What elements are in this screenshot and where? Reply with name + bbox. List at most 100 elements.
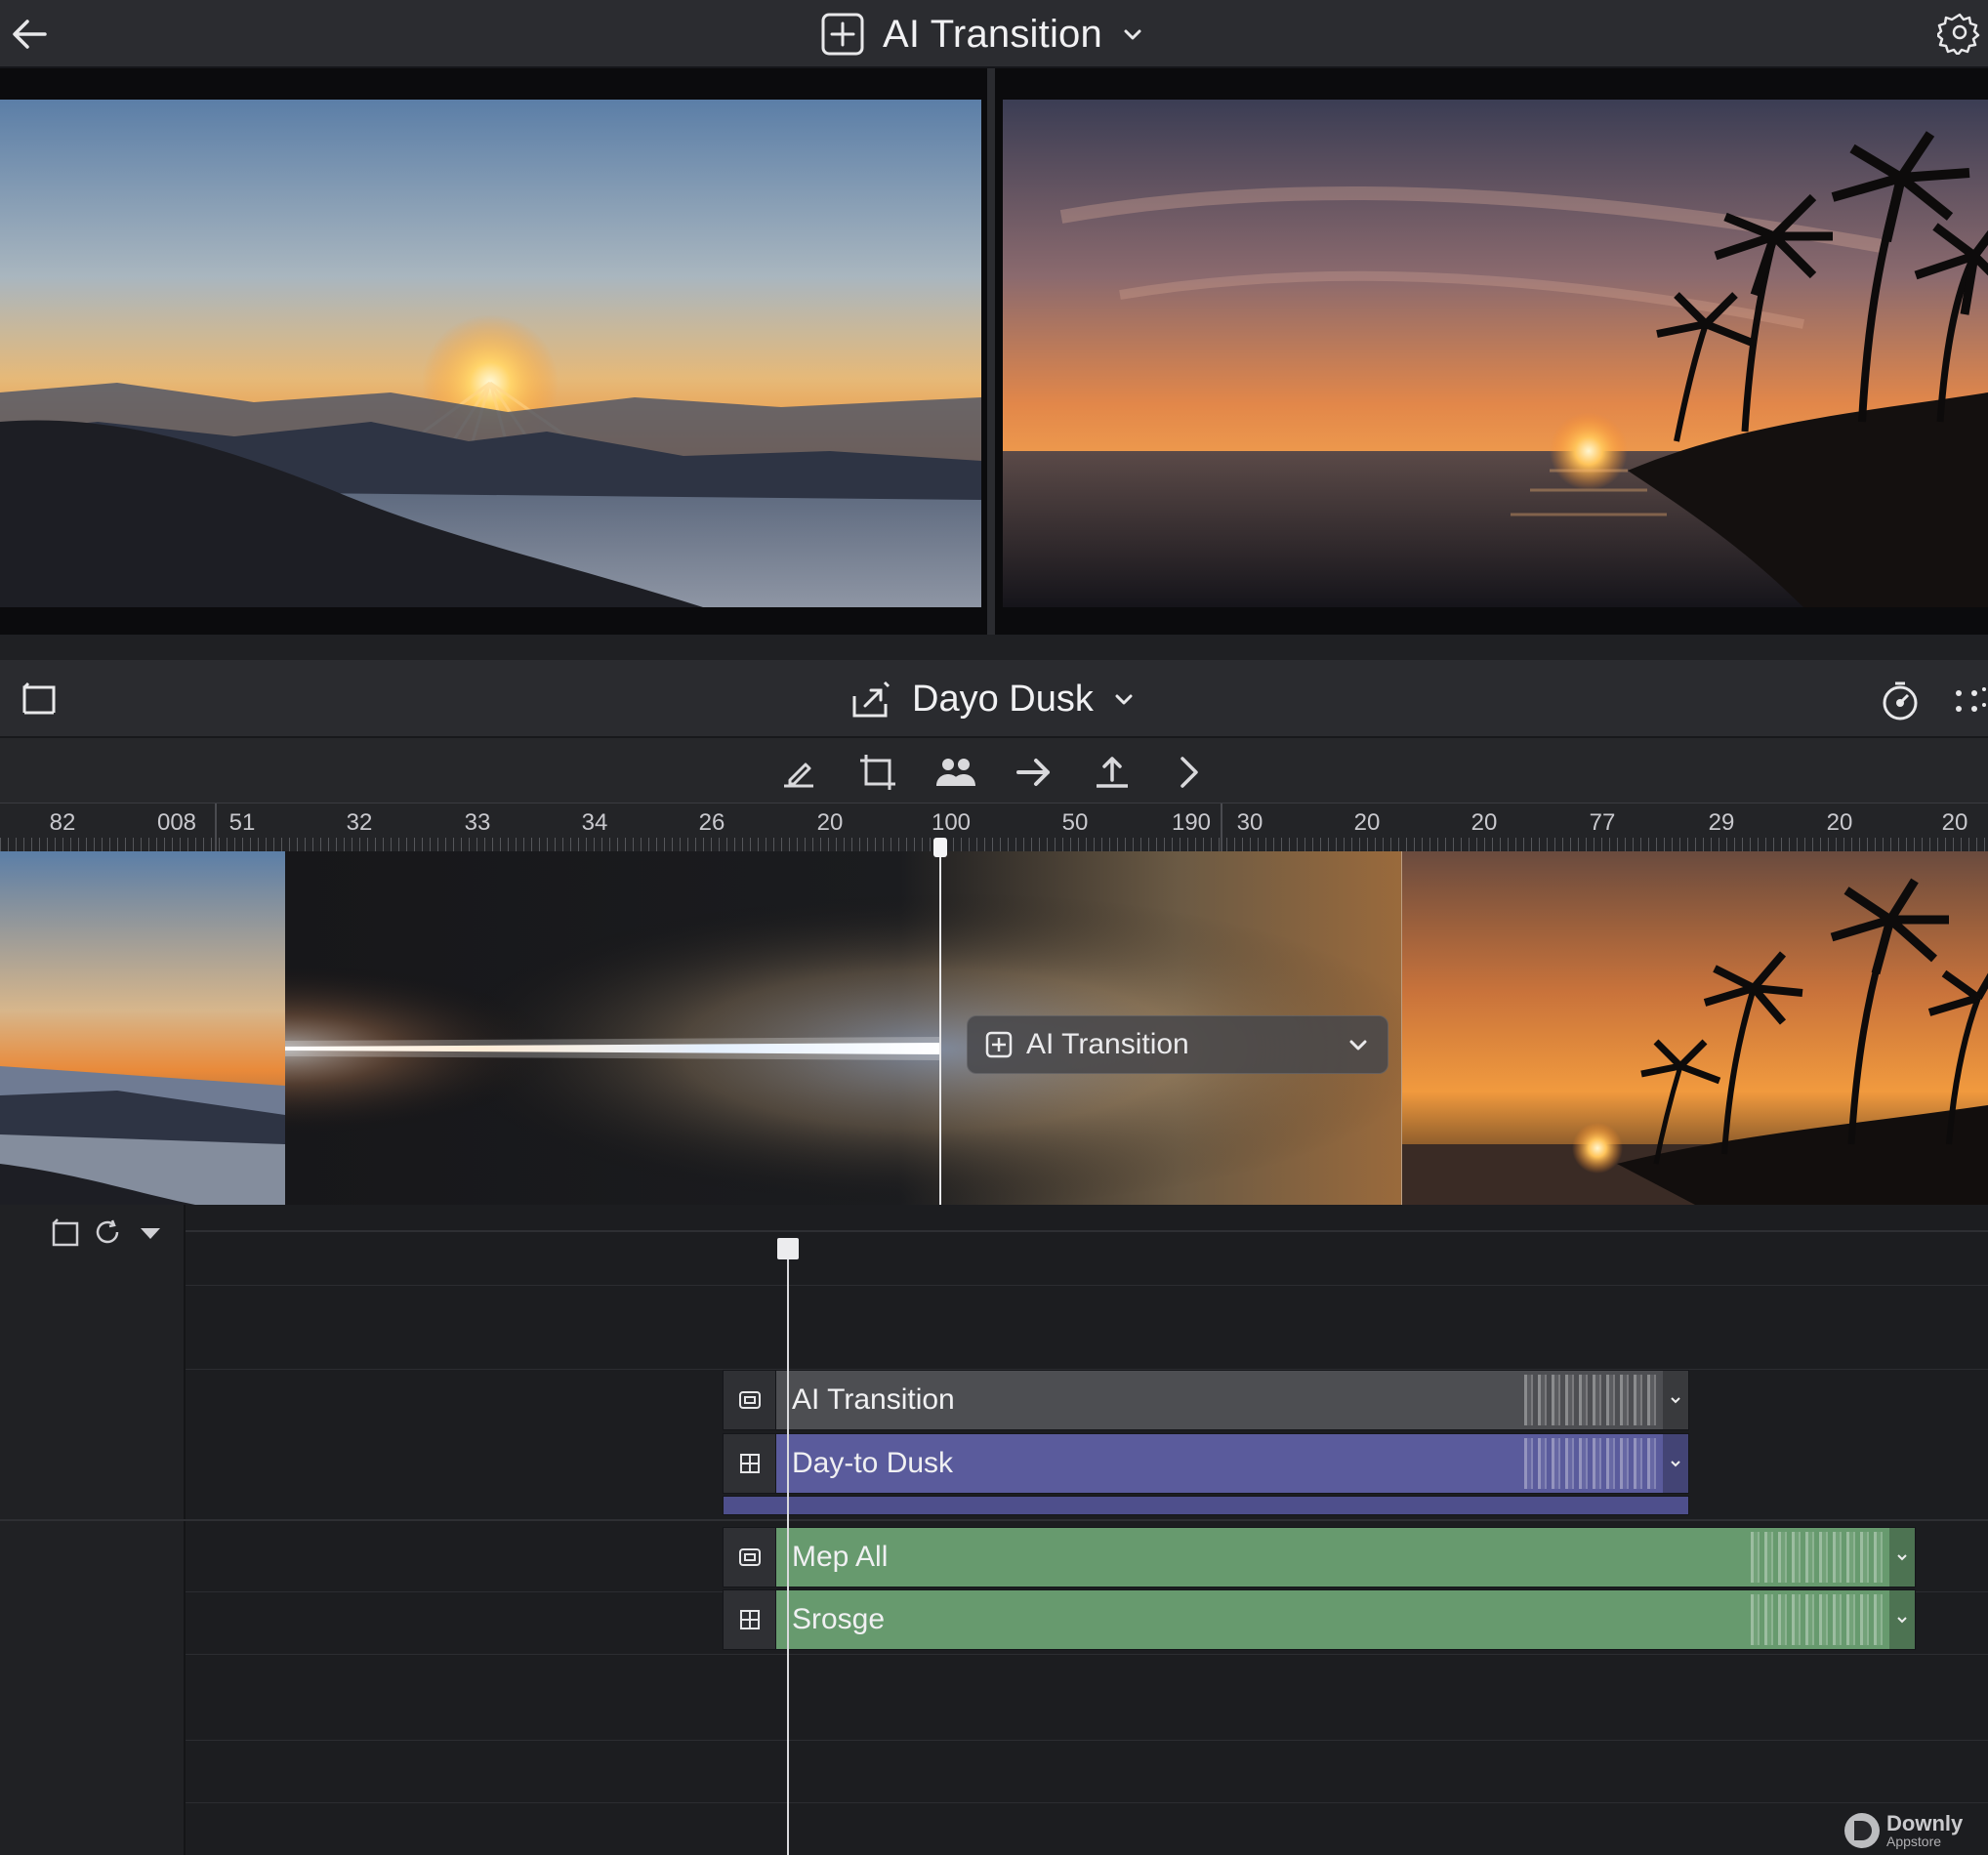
track-mep-all[interactable]: Mep All: [723, 1527, 1916, 1587]
chevron-down-icon: [1897, 1617, 1907, 1624]
track-label: Srosge: [792, 1603, 886, 1635]
timeline-playhead-handle[interactable]: [777, 1238, 799, 1259]
grid-icon: [739, 1610, 760, 1629]
track-body[interactable]: Srosge: [776, 1590, 1915, 1649]
chevron-down-icon: [1671, 1461, 1680, 1467]
ruler-label: 008: [156, 809, 197, 836]
ruler-label: 20: [1826, 809, 1853, 836]
frame-button[interactable]: [20, 680, 59, 719]
ruler-label: 26: [698, 809, 725, 836]
timeline-sidebar: [0, 1205, 186, 1855]
track-body[interactable]: AI Transition: [776, 1371, 1688, 1429]
track-header[interactable]: [724, 1590, 776, 1649]
top-bar: AI Transition: [0, 0, 1988, 68]
lane-divider: [186, 1654, 1988, 1655]
clip-thumbnail-right[interactable]: [1402, 851, 1988, 1205]
ruler-label: 32: [346, 809, 373, 836]
grid-icon: [739, 1454, 760, 1473]
lane-divider: [186, 1802, 1988, 1803]
ruler-label: 30: [1236, 809, 1263, 836]
ruler-label: 190: [1171, 809, 1212, 836]
timer-icon: [1883, 681, 1918, 721]
frame-icon[interactable]: [51, 1218, 80, 1248]
move-tool-button[interactable]: [1012, 750, 1056, 795]
waveform: [1524, 1375, 1661, 1425]
chevron-down-icon: [1897, 1554, 1907, 1561]
track-day-to-dusk[interactable]: Day-to Dusk: [723, 1433, 1689, 1494]
chevron-down-icon: [1124, 29, 1141, 40]
track-header[interactable]: [724, 1434, 776, 1493]
loop-icon[interactable]: [94, 1218, 123, 1248]
ruler-label: 50: [1061, 809, 1089, 836]
ruler-label: 33: [464, 809, 491, 836]
track-ai-transition[interactable]: AI Transition: [723, 1370, 1689, 1430]
track-header[interactable]: [724, 1528, 776, 1587]
edit-tool-button[interactable]: [777, 750, 822, 795]
add-box-icon: [985, 1031, 1013, 1058]
project-dropdown[interactable]: Dayo Dusk: [849, 674, 1137, 724]
settings-button[interactable]: [1937, 10, 1982, 55]
clip-icon: [738, 1548, 761, 1566]
edit-icon: [784, 763, 813, 788]
ruler-divider: [215, 804, 217, 852]
ruler-divider: [1221, 804, 1222, 852]
add-box-icon: [821, 13, 864, 56]
watermark-sub: Appstore: [1886, 1834, 1942, 1849]
chevron-right-icon: [1180, 757, 1198, 788]
next-button[interactable]: [1168, 750, 1213, 795]
crop-tool-button[interactable]: [855, 750, 900, 795]
watermark: Downly Appstore: [1843, 1812, 1963, 1849]
export-icon: [852, 680, 890, 718]
chevron-down-icon: [1671, 1397, 1680, 1404]
title-dropdown[interactable]: AI Transition: [820, 8, 1145, 61]
track-body[interactable]: Mep All: [776, 1528, 1915, 1587]
track-sub-strip: [723, 1496, 1689, 1515]
upload-tool-button[interactable]: [1090, 750, 1135, 795]
preview-right-image[interactable]: [1003, 100, 1988, 607]
timeline-playhead[interactable]: [787, 1246, 789, 1855]
sparkle-grid-icon: [1956, 687, 1986, 712]
waveform: [1524, 1438, 1661, 1489]
transition-label: AI Transition: [1026, 1028, 1189, 1060]
people-tool-button[interactable]: [933, 750, 978, 795]
caret-down-icon[interactable]: [137, 1219, 164, 1247]
lane-divider: [186, 1285, 1988, 1286]
upload-icon: [1097, 757, 1128, 788]
page-title: AI Transition: [883, 12, 1102, 56]
ruler-label: 77: [1589, 809, 1616, 836]
track-header[interactable]: [724, 1371, 776, 1429]
ruler-ticks: [0, 838, 1988, 851]
transition-selector[interactable]: AI Transition: [967, 1015, 1388, 1074]
track-label: Day-to Dusk: [792, 1447, 954, 1479]
clip-thumbnail-left[interactable]: [0, 851, 285, 1205]
preview-divider[interactable]: [987, 68, 995, 635]
ruler-label: 51: [228, 809, 256, 836]
grid-button[interactable]: [1951, 680, 1988, 722]
gear-icon: [1937, 13, 1980, 55]
track-menu[interactable]: [1889, 1590, 1915, 1649]
track-label: Mep All: [792, 1541, 889, 1573]
watermark-name: Downly: [1886, 1811, 1964, 1835]
ruler-label: 20: [1353, 809, 1381, 836]
track-label: AI Transition: [792, 1383, 955, 1416]
track-body[interactable]: Day-to Dusk: [776, 1434, 1688, 1493]
playhead-handle[interactable]: [933, 838, 947, 857]
waveform: [1751, 1532, 1887, 1583]
time-ruler[interactable]: 82 008 51 32 33 34 26 20 100 50 190 30 2…: [0, 803, 1988, 852]
track-menu[interactable]: [1663, 1434, 1688, 1493]
people-icon: [936, 759, 975, 786]
ruler-label: 34: [581, 809, 608, 836]
track-menu[interactable]: [1889, 1528, 1915, 1587]
edit-toolbar: [0, 738, 1988, 803]
preview-left-image[interactable]: [0, 100, 981, 607]
ruler-label: 100: [931, 809, 972, 836]
back-button[interactable]: [8, 12, 53, 57]
track-srosge[interactable]: Srosge: [723, 1589, 1916, 1650]
track-menu[interactable]: [1663, 1371, 1688, 1429]
lane-divider: [186, 1740, 1988, 1741]
chevron-down-icon: [1115, 694, 1133, 705]
timer-button[interactable]: [1879, 680, 1922, 722]
arrow-right-icon: [1016, 759, 1050, 786]
playhead[interactable]: [939, 838, 941, 1205]
ruler-label: 82: [49, 809, 76, 836]
